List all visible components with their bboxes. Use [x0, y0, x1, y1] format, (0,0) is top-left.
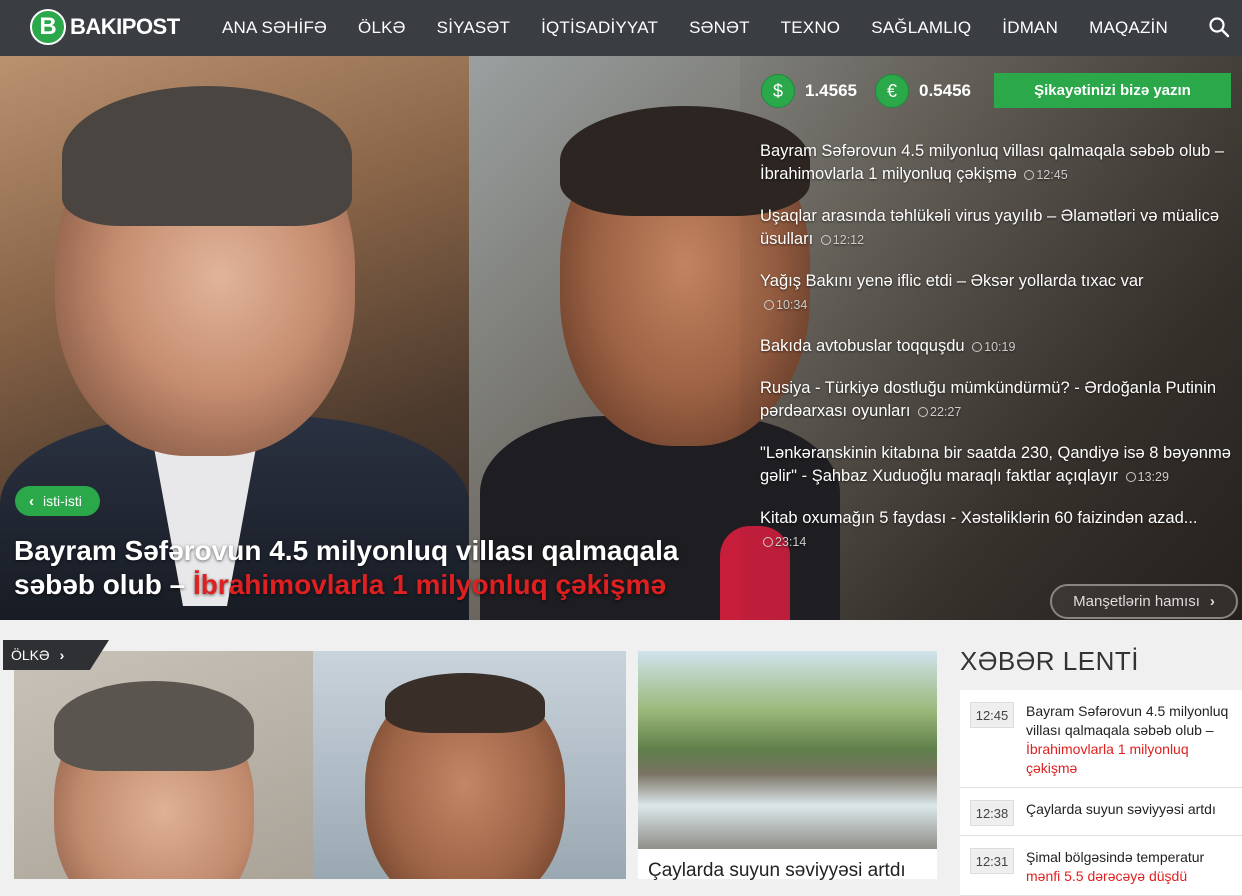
news-feed-title: XƏBƏR LENTİ — [960, 646, 1139, 676]
main-nav: ANA SƏHİFƏ ÖLKƏ SİYASƏT İQTİSADİYYAT SƏN… — [222, 0, 1199, 56]
clock-icon — [972, 342, 983, 352]
featured-photo-left-hair — [54, 681, 254, 771]
all-headlines-button[interactable]: Manşetlərin hamısı › — [1050, 584, 1238, 619]
site-logo[interactable]: B BAKIPOST — [30, 8, 180, 46]
logo-text: BAKIPOST — [70, 14, 180, 39]
dollar-icon: $ — [761, 74, 795, 108]
nav-item-texno[interactable]: TEXNO — [781, 18, 841, 38]
nav-item-idman[interactable]: İDMAN — [1002, 18, 1058, 38]
headline-time: 10:19 — [972, 340, 1015, 354]
headline-time: 23:14 — [763, 535, 806, 549]
headline-item[interactable]: Kitab oxumağın 5 faydası - Xəstəliklərin… — [760, 507, 1232, 554]
nav-item-ana-sehife[interactable]: ANA SƏHİFƏ — [222, 18, 327, 38]
headline-text: Bayram Səfərovun 4.5 milyonluq villası q… — [760, 142, 1225, 183]
feed-item-time: 12:31 — [970, 848, 1014, 874]
complaint-button[interactable]: Şikayətinizi bizə yazın — [994, 73, 1231, 108]
feed-item-time: 12:45 — [970, 702, 1014, 728]
hero-photo-left-hair — [62, 86, 352, 226]
headline-text: Bakıda avtobuslar toqquşdu — [760, 337, 965, 355]
headline-text: Yağış Bakını yenə iflic etdi – Əksər yol… — [760, 272, 1144, 290]
feed-item-text-main: Şimal bölgəsində temperatur — [1026, 849, 1205, 865]
featured-photo-right-hair — [385, 673, 545, 733]
feed-item-text-main: Bayram Səfərovun 4.5 milyonluq villası q… — [1026, 703, 1229, 738]
headline-time-value: 13:29 — [1137, 470, 1169, 484]
headline-item[interactable]: Rusiya - Türkiyə dostluğu mümkündürmü? -… — [760, 377, 1232, 424]
headline-item[interactable]: Bakıda avtobuslar toqquşdu 10:19 — [760, 335, 1232, 359]
headline-time-value: 10:34 — [776, 298, 808, 312]
nav-item-senet[interactable]: SƏNƏT — [689, 18, 750, 38]
clock-icon — [918, 407, 929, 417]
featured-news-card[interactable] — [14, 651, 626, 879]
usd-rate-value: 1.4565 — [805, 81, 857, 100]
headline-time-value: 10:19 — [984, 340, 1016, 354]
feed-item[interactable]: 12:45 Bayram Səfərovun 4.5 milyonluq vil… — [960, 690, 1242, 788]
news-feed-list: 12:45 Bayram Səfərovun 4.5 milyonluq vil… — [960, 690, 1242, 896]
clock-icon — [1125, 472, 1136, 482]
headline-text: Rusiya - Türkiyə dostluğu mümkündürmü? -… — [760, 379, 1216, 420]
eur-rate: € 0.5456 — [875, 74, 971, 108]
headline-time: 22:27 — [918, 405, 961, 419]
headline-time-value: 22:27 — [930, 405, 962, 419]
chevron-right-icon: › — [59, 647, 65, 663]
chevron-left-icon: ‹ — [29, 492, 34, 510]
nav-item-saglamliq[interactable]: SAĞLAMLIQ — [871, 18, 971, 38]
nav-item-siyaset[interactable]: SİYASƏT — [437, 18, 510, 38]
headline-item[interactable]: "Lənkəranskinin kitabına bir saatda 230,… — [760, 442, 1232, 489]
search-icon[interactable] — [1208, 16, 1230, 38]
clock-icon — [763, 537, 773, 547]
section-tag-label: ÖLKƏ — [11, 647, 50, 663]
news-card[interactable]: Çaylarda suyun səviyyəsi artdı — [638, 651, 937, 881]
clock-icon — [1024, 170, 1035, 180]
top-navbar: B BAKIPOST ANA SƏHİFƏ ÖLKƏ SİYASƏT İQTİS… — [0, 0, 1242, 56]
nav-item-olke[interactable]: ÖLKƏ — [358, 18, 406, 38]
feed-item[interactable]: 12:38 Çaylarda suyun səviyyəsi artdı — [960, 788, 1242, 836]
headline-item[interactable]: Yağış Bakını yenə iflic etdi – Əksər yol… — [760, 270, 1232, 317]
headline-time-value: 12:45 — [1036, 168, 1068, 182]
headline-time: 13:29 — [1125, 470, 1169, 484]
headline-time: 10:34 — [764, 298, 807, 312]
eur-rate-value: 0.5456 — [919, 81, 971, 100]
hero-slider[interactable]: ‹ isti-isti Bayram Səfərovun 4.5 milyonl… — [0, 56, 1242, 620]
clock-icon — [764, 300, 774, 310]
clock-icon — [820, 235, 831, 245]
feed-item[interactable]: 12:31 Şimal bölgəsində temperatur mənfi … — [960, 836, 1242, 896]
feed-item-text-highlight: mənfi 5.5 dərəcəyə düşdü — [1026, 868, 1188, 884]
nav-item-maqazin[interactable]: MAQAZİN — [1089, 18, 1168, 38]
hero-category-label: isti-isti — [43, 493, 82, 509]
usd-rate: $ 1.4565 — [761, 74, 857, 108]
headline-time: 12:45 — [1024, 168, 1068, 182]
feed-item-text: Bayram Səfərovun 4.5 milyonluq villası q… — [1026, 702, 1234, 778]
feed-item-text: Şimal bölgəsində temperatur mənfi 5.5 də… — [1026, 848, 1234, 886]
news-feed: XƏBƏR LENTİ 12:45 Bayram Səfərovun 4.5 m… — [950, 640, 1242, 896]
news-card-image — [638, 651, 937, 849]
euro-icon: € — [875, 74, 909, 108]
hero-headline-highlight: İbrahimovlarla 1 milyonluq çəkişmə — [192, 569, 667, 600]
headline-time-value: 23:14 — [775, 535, 807, 549]
all-headlines-label: Manşetlərin hamısı — [1073, 593, 1200, 610]
feed-item-text-highlight: İbrahimovlarla 1 milyonluq çəkişmə — [1026, 741, 1189, 776]
nav-item-iqtisadiyyat[interactable]: İQTİSADİYYAT — [541, 18, 658, 38]
hero-category-tag[interactable]: ‹ isti-isti — [15, 486, 100, 516]
headline-item[interactable]: Uşaqlar arasında təhlükəli virus yayılıb… — [760, 205, 1232, 252]
logo-badge: B — [30, 9, 66, 45]
feed-item-time: 12:38 — [970, 800, 1014, 826]
headline-time-value: 12:12 — [832, 233, 865, 247]
feed-item-text: Çaylarda suyun səviyyəsi artdı — [1026, 800, 1216, 826]
headline-list: Bayram Səfərovun 4.5 milyonluq villası q… — [760, 140, 1232, 572]
headline-text: Kitab oxumağın 5 faydası - Xəstəliklərin… — [760, 509, 1198, 527]
headline-time: 12:12 — [820, 233, 865, 247]
chevron-right-icon: › — [1209, 593, 1215, 610]
feed-item-text-main: Çaylarda suyun səviyyəsi artdı — [1026, 801, 1216, 817]
headline-item[interactable]: Bayram Səfərovun 4.5 milyonluq villası q… — [760, 140, 1232, 187]
hero-headline[interactable]: Bayram Səfərovun 4.5 milyonluq villası q… — [14, 534, 724, 602]
